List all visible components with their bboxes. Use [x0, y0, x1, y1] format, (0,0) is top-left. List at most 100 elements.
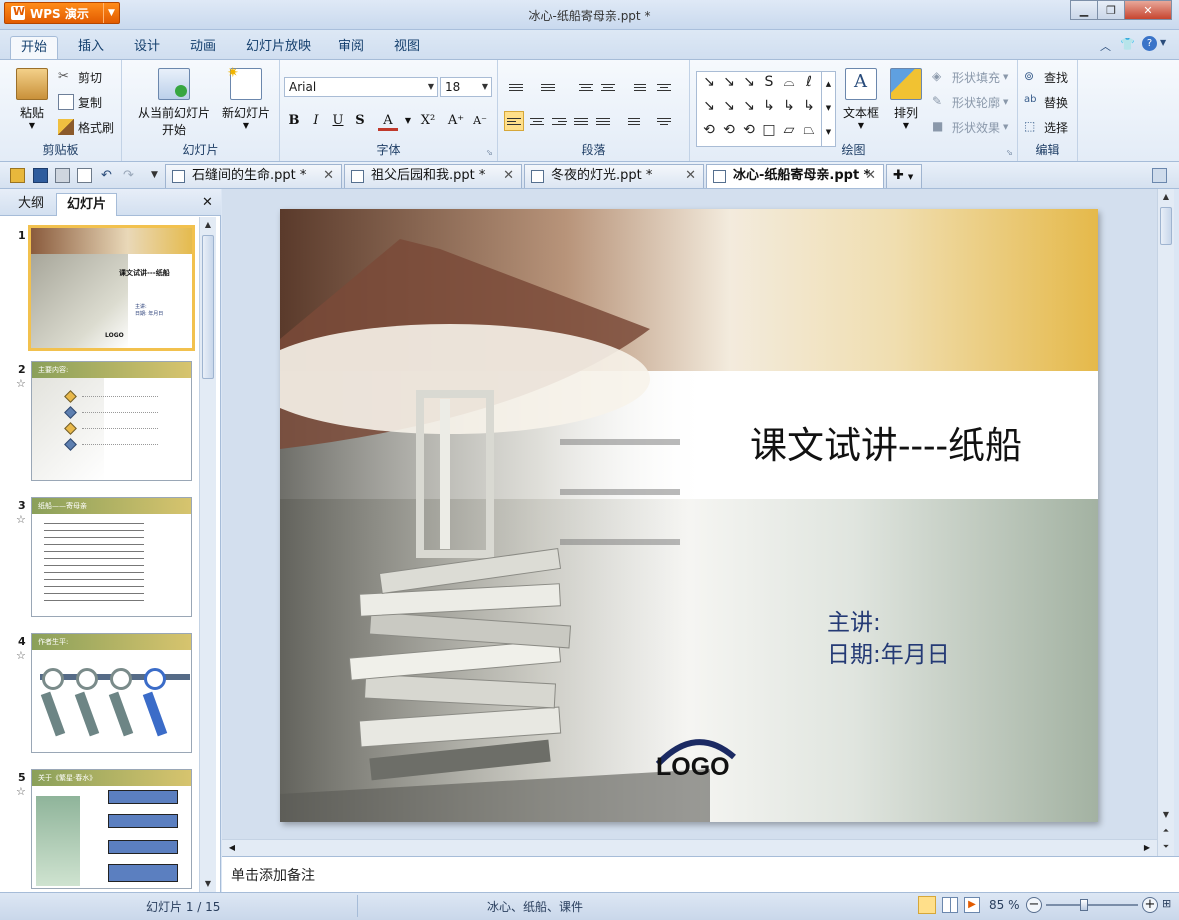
increase-indent-icon[interactable]: [598, 77, 618, 97]
zoom-in-icon[interactable]: +: [1142, 897, 1158, 913]
distribute-button[interactable]: [593, 111, 613, 131]
doc-tab-2[interactable]: 祖父后园和我.ppt * ✕: [344, 164, 522, 188]
drawing-dialog-launcher-icon[interactable]: ⬂: [1006, 148, 1013, 157]
previous-slide-icon[interactable]: ⏶: [1158, 823, 1174, 839]
close-panel-icon[interactable]: ✕: [202, 195, 213, 210]
align-text-icon[interactable]: [654, 77, 674, 97]
slide-thumbnail-1[interactable]: 课文试讲---纸船 主讲: 日期: 年月日 LOGO: [28, 225, 195, 351]
doc-tab-1[interactable]: 石缝间的生命.ppt * ✕: [165, 164, 342, 188]
scroll-thumb[interactable]: [202, 235, 214, 379]
scroll-down-icon[interactable]: ▼: [1158, 807, 1174, 823]
font-color-button[interactable]: A: [378, 111, 398, 131]
elbow-double-shape-icon[interactable]: ↳: [799, 98, 819, 114]
arrow-shape-icon[interactable]: ↘: [719, 74, 739, 90]
replace-button[interactable]: ab 替换: [1024, 91, 1068, 113]
close-tab-icon[interactable]: ✕: [865, 165, 876, 187]
numbering-icon[interactable]: [538, 77, 558, 97]
slide-sorter-view-icon[interactable]: [942, 897, 958, 913]
tab-review[interactable]: 审阅: [328, 36, 374, 60]
justify-button[interactable]: [571, 111, 591, 131]
skin-icon[interactable]: 👕: [1120, 37, 1135, 51]
paragraph-spacing-icon[interactable]: [654, 111, 674, 131]
format-painter-button[interactable]: 格式刷: [58, 116, 114, 138]
slide-thumbnail-5[interactable]: 关于《繁星·春水》: [31, 769, 192, 889]
connector-arrow-shape-icon[interactable]: ↘: [719, 98, 739, 114]
close-tab-icon[interactable]: ✕: [685, 165, 696, 187]
slideshow-view-icon[interactable]: ▶: [964, 897, 980, 913]
paste-button[interactable]: 粘贴 ▼: [10, 68, 54, 130]
shape-outline-button[interactable]: ✎ 形状轮廓 ▼: [932, 91, 1008, 113]
tab-insert[interactable]: 插入: [68, 36, 114, 60]
zoom-slider-thumb[interactable]: [1080, 899, 1088, 911]
line-spacing-icon[interactable]: [624, 111, 644, 131]
close-window-button[interactable]: ✕: [1124, 0, 1172, 20]
grow-font-icon[interactable]: A⁺: [446, 111, 466, 131]
scribble-shape-icon[interactable]: ℓ: [799, 74, 819, 90]
align-right-button[interactable]: [549, 111, 569, 131]
elbow-connector-shape-icon[interactable]: ↳: [759, 98, 779, 114]
freeform-shape-icon[interactable]: ⌓: [779, 74, 799, 90]
decrease-indent-icon[interactable]: [576, 77, 596, 97]
align-left-button[interactable]: [504, 111, 524, 131]
arrange-button[interactable]: 排列 ▼: [886, 68, 926, 130]
select-button[interactable]: ⬚ 选择: [1024, 116, 1068, 138]
print-preview-icon[interactable]: [77, 168, 92, 183]
scroll-thumb[interactable]: [1160, 207, 1172, 245]
shape-fill-button[interactable]: ◈ 形状填充 ▼: [932, 66, 1008, 88]
help-icon[interactable]: ?: [1142, 36, 1157, 51]
new-tab-button[interactable]: ✚ ▼: [886, 164, 922, 188]
slide-vertical-scrollbar[interactable]: ▲ ▼ ⏶ ⏷: [1157, 189, 1174, 856]
elbow-arrow-shape-icon[interactable]: ↳: [779, 98, 799, 114]
doc-tab-4[interactable]: 冰心-纸船寄母亲.ppt * ✕: [706, 164, 884, 188]
curved-double-shape-icon[interactable]: ⟲: [739, 122, 759, 138]
superscript-icon[interactable]: X²: [418, 111, 438, 131]
curved-connector-shape-icon[interactable]: ⟲: [699, 122, 719, 138]
italic-button[interactable]: I: [306, 111, 326, 131]
maximize-button[interactable]: ❐: [1097, 0, 1125, 20]
shape-gallery-scroll[interactable]: ▲ ▼ ▼: [821, 72, 835, 146]
slide-subtitle[interactable]: 主讲: 日期:年月日: [827, 607, 950, 671]
minimize-button[interactable]: ▁: [1070, 0, 1098, 20]
font-color-chevron-icon[interactable]: ▼: [398, 111, 418, 131]
connector-shape-icon[interactable]: ↘: [699, 98, 719, 114]
double-arrow-shape-icon[interactable]: ↘: [739, 74, 759, 90]
shrink-font-icon[interactable]: A⁻: [470, 111, 490, 131]
close-tab-icon[interactable]: ✕: [503, 165, 514, 187]
zoom-out-icon[interactable]: −: [1026, 897, 1042, 913]
bullets-icon[interactable]: [506, 77, 526, 97]
connector-double-shape-icon[interactable]: ↘: [739, 98, 759, 114]
shape-effect-button[interactable]: ■ 形状效果 ▼: [932, 116, 1008, 138]
tab-animation[interactable]: 动画: [180, 36, 226, 60]
slide-horizontal-scrollbar[interactable]: ◀ ▶: [222, 839, 1157, 856]
zoom-slider-track[interactable]: [1046, 904, 1138, 906]
normal-view-icon[interactable]: [918, 896, 936, 914]
close-tab-icon[interactable]: ✕: [323, 165, 334, 187]
curved-arrow-shape-icon[interactable]: ⟲: [719, 122, 739, 138]
tab-outline[interactable]: 大纲: [8, 193, 54, 216]
line-shape-icon[interactable]: ↘: [699, 74, 719, 90]
rectangle-shape-icon[interactable]: □: [759, 122, 779, 138]
play-from-current-button[interactable]: 从当前幻灯片 开始: [128, 68, 220, 138]
parallelogram-shape-icon[interactable]: ▱: [779, 122, 799, 138]
text-direction-icon[interactable]: [630, 77, 650, 97]
customize-toolbar-icon[interactable]: ▼: [147, 168, 162, 183]
collapse-ribbon-icon[interactable]: ︿: [1100, 38, 1111, 54]
scroll-right-icon[interactable]: ▶: [1139, 840, 1155, 856]
textbox-button[interactable]: A 文本框 ▼: [838, 68, 884, 130]
scroll-down-icon[interactable]: ▼: [200, 876, 216, 892]
new-slide-button[interactable]: ✷ 新幻灯片 ▼: [218, 65, 274, 130]
copy-button[interactable]: 复制: [58, 91, 102, 113]
help-menu-chevron-icon[interactable]: ▼: [1160, 38, 1166, 47]
font-dialog-launcher-icon[interactable]: ⬂: [486, 148, 493, 157]
slide-thumbnail-3[interactable]: 纸船——寄母亲: [31, 497, 192, 617]
tab-list-icon[interactable]: [1152, 168, 1167, 183]
scroll-left-icon[interactable]: ◀: [224, 840, 240, 856]
slide-thumbnail-4[interactable]: 作者生平:: [31, 633, 192, 753]
thumbnail-scrollbar[interactable]: ▲ ▼: [199, 217, 216, 892]
find-button[interactable]: ⊚ 查找: [1024, 66, 1068, 88]
font-size-combo[interactable]: 18 ▼: [440, 77, 492, 97]
slide-title[interactable]: 课文试讲----纸船: [750, 415, 1022, 469]
tab-slides[interactable]: 幻灯片: [56, 193, 118, 216]
font-name-combo[interactable]: Arial ▼: [284, 77, 438, 97]
shape-gallery[interactable]: ↘ ↘ ↘ S ⌓ ℓ ↘ ↘ ↘ ↳ ↳ ↳ ⟲ ⟲ ⟲ □ ▱ ⏢ ▲ ▼ ▼: [696, 71, 836, 147]
